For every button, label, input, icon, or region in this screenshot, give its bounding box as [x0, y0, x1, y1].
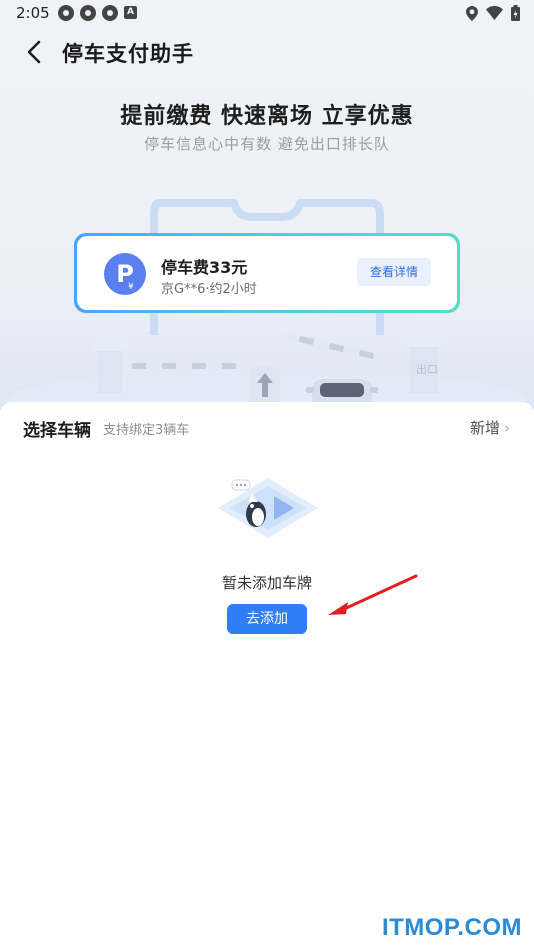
- vehicle-limit-hint: 支持绑定3辆车: [103, 423, 190, 438]
- status-bar: 2:05 A: [0, 0, 534, 26]
- vehicle-panel: 选择车辆 支持绑定3辆车 新增 › 暂未添加车牌 去添加: [0, 402, 534, 635]
- app-notification-icon: [58, 5, 74, 21]
- a-notification-icon: A: [124, 6, 137, 19]
- exit-sign: 出口: [416, 362, 438, 376]
- select-vehicle-title: 选择车辆: [23, 421, 91, 441]
- app-screen: 2:05 A 停车支付助手 提前缴费 快速离场 立享优惠 停车信息心中有数 避免…: [0, 0, 534, 950]
- no-plate-text: 暂未添加车牌: [221, 574, 312, 592]
- app-notification-icon: [102, 5, 118, 21]
- system-icons: [466, 5, 520, 21]
- notification-icons: A: [58, 5, 137, 21]
- chevron-left-icon: [27, 40, 41, 64]
- wifi-icon: [486, 6, 503, 20]
- chevron-right-icon: ›: [504, 419, 510, 437]
- parking-fee-card: P ¥ 停车费33元 京G**6·约2小时 查看详情: [74, 233, 460, 313]
- empty-plate-illustration: [218, 478, 318, 538]
- location-icon: [466, 5, 478, 21]
- red-annotation-arrow: [328, 574, 418, 615]
- parking-fee-title: 停车费33元: [161, 258, 248, 277]
- parking-fee-subtitle: 京G**6·约2小时: [161, 282, 257, 297]
- back-button[interactable]: [20, 38, 50, 68]
- watermark-text: ITMOP.COM: [381, 914, 522, 941]
- status-time: 2:05: [16, 4, 50, 22]
- app-header: 停车支付助手: [0, 28, 534, 76]
- add-new-label: 新增: [469, 419, 500, 437]
- hero-subtitle: 停车信息心中有数 避免出口排长队: [144, 135, 390, 153]
- parking-fee-card-body: P ¥ 停车费33元 京G**6·约2小时 查看详情: [77, 236, 457, 310]
- yuan-icon: ¥: [128, 282, 134, 292]
- app-notification-icon: [80, 5, 96, 21]
- view-details-button[interactable]: 查看详情: [357, 258, 431, 286]
- page-title: 停车支付助手: [62, 42, 194, 66]
- parking-icon: P ¥: [104, 253, 146, 295]
- go-add-button[interactable]: 去添加: [227, 604, 307, 634]
- add-new-vehicle-link[interactable]: 新增 ›: [470, 417, 510, 438]
- hero-title: 提前缴费 快速离场 立享优惠: [120, 104, 414, 129]
- battery-icon: [511, 5, 520, 21]
